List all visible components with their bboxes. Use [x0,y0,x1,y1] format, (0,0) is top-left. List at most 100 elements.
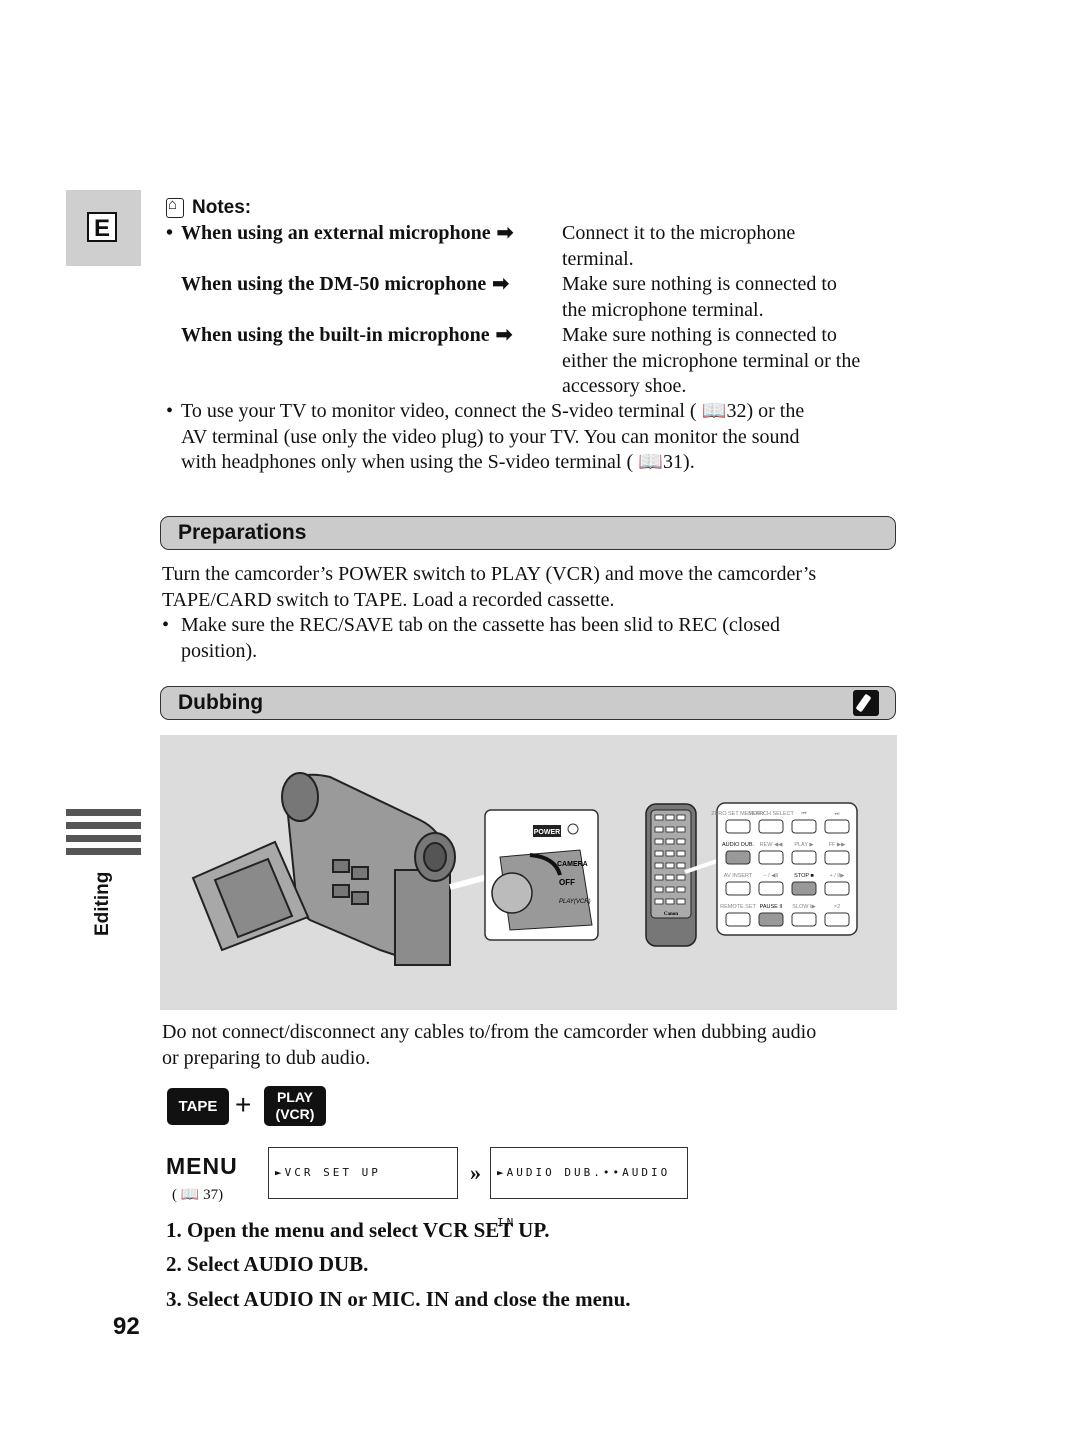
step-item: 3. Select AUDIO IN or MIC. IN and close … [166,1287,631,1311]
play-vcr-line2: (VCR) [275,1106,315,1122]
note-row: When using the DM-50 microphone ➡ Make su… [166,272,902,323]
remote-button [725,881,751,896]
menu-label: MENU [166,1153,238,1179]
switch-camera: CAMERA [557,861,588,868]
remote-button [791,850,817,865]
note-action-line: terminal. [562,247,634,270]
note-action-line: either the microphone terminal or the [562,349,861,372]
tv-note-line: with headphones only when using the S-vi… [181,451,695,473]
tape-mode-badge: TAPE [167,1088,229,1125]
remote-brand: Canon [664,912,678,917]
preparations-bullet-line: Make sure the REC/SAVE tab on the casset… [181,614,780,636]
side-index-bar [66,848,141,855]
note-action-line: Make sure nothing is connected to [562,273,837,295]
notes-heading: Notes: [166,196,252,219]
remote-button-label: + / II▶ [829,873,845,879]
note-action-line: the microphone terminal. [562,298,764,321]
note-action-line: Connect it to the microphone [562,222,796,244]
remote-button-label: – / ◀II [764,873,779,879]
section-title: Preparations [178,521,307,544]
remote-button [791,881,817,896]
double-chevron-right-icon: » [470,1160,481,1185]
side-index-label: Editing [92,871,113,936]
remote-button-label: SLOW I▶ [792,904,816,910]
remote-control-icon [853,690,879,716]
remote-control-illustration: Canon ZERO SET MEMORYSEARCH SELECT ⏮ ⏭AUDI… [645,802,858,947]
step-item: 1. Open the menu and select VCR SET UP. [166,1218,550,1242]
dubbing-warning: Do not connect/disconnect any cables to/… [162,1020,902,1071]
arrow-right-icon: ➡ [492,273,509,295]
memo-icon [166,196,184,218]
remote-button [725,819,751,834]
arrow-right-icon: ➡ [496,222,514,244]
remote-button [824,850,850,865]
note-condition: When using the DM-50 microphone [181,273,487,295]
remote-button-label: PAUSE II [760,904,783,910]
step-item: 2. Select AUDIO DUB. [166,1252,369,1276]
dubbing-illustration: POWER CAMERA OFF PLAY(VCR) Canon ZERO SE… [160,735,897,1010]
preparations-bullet-line: position). [181,639,258,662]
menu-screen-audio-dub: ►AUDIO DUB.••AUDIO IN [490,1147,688,1229]
note-row: When using the built-in microphone ➡ Make… [166,323,902,400]
tv-note-line: To use your TV to monitor video, connect… [181,400,805,422]
remote-button-label: AV INSERT [724,873,753,879]
switch-play-vcr: PLAY(VCR) [559,899,591,905]
camcorder-and-remote-illustration: POWER CAMERA OFF PLAY(VCR) Canon ZERO SE… [191,772,858,966]
note-action-line: accessory shoe. [562,375,687,397]
remote-button [824,819,850,834]
remote-button [758,850,784,865]
menu-screen-vcr-setup: ►VCR SET UP [268,1147,458,1199]
camcorder-illustration [191,772,456,966]
preparations-line: TAPE/CARD switch to TAPE. Load a recorde… [162,588,615,611]
plus-sign: + [235,1089,252,1120]
bullet: • [162,614,170,636]
section-title: Dubbing [178,691,264,714]
remote-button [758,912,784,927]
note-condition: When using an external microphone [181,222,491,244]
power-label: POWER [534,829,560,836]
bullet: • [166,222,174,244]
remote-button-label: SEARCH SELECT [748,811,794,817]
remote-button [791,912,817,927]
power-switch-inset: POWER CAMERA OFF PLAY(VCR) [484,809,599,941]
remote-button [725,850,751,865]
dubbing-header: Dubbing [160,686,896,720]
remote-button-label: PLAY ▶ [794,842,814,848]
remote-button [725,912,751,927]
bullet: • [166,400,174,422]
remote-button [758,819,784,834]
note-action-line: Make sure nothing is connected to [562,324,837,346]
notes-title: Notes: [192,197,252,218]
note-condition: When using the built-in microphone [181,324,490,346]
side-index-bar [66,835,141,842]
remote-button-label: AUDIO DUB. [722,842,755,848]
preparations-header: Preparations [160,516,896,550]
side-index-bar [66,809,141,816]
remote-button [791,819,817,834]
warning-line: Do not connect/disconnect any cables to/… [162,1021,817,1043]
page-number: 92 [113,1313,140,1340]
warning-line: or preparing to dub audio. [162,1046,371,1069]
remote-button-label: REMOTE SET [720,904,756,910]
remote-button [758,881,784,896]
remote-button-label: ×2 [834,904,840,910]
note-row: • When using an external microphone ➡ Conn… [166,221,902,272]
switch-off: OFF [559,878,575,887]
remote-button-label: STOP ■ [794,873,814,879]
menu-page-ref: ( 📖 37) [172,1187,224,1203]
remote-button [824,881,850,896]
arrow-right-icon: ➡ [495,324,513,346]
preparations-line: Turn the camcorder’s POWER switch to PLA… [162,563,817,585]
remote-button [824,912,850,927]
play-vcr-mode-badge: PLAY (VCR) [264,1086,326,1126]
remote-button-label: ⏭ [835,811,840,817]
remote-button-label: REW ◀◀ [760,842,784,848]
language-tab-letter: E [87,212,117,242]
play-vcr-line1: PLAY [276,1089,314,1105]
remote-button-label: FF ▶▶ [829,842,846,848]
tv-note-line: AV terminal (use only the video plug) to… [181,425,800,448]
side-index-bar [66,822,141,829]
preparations-text: Turn the camcorder’s POWER switch to PLA… [162,562,902,664]
tv-note: • To use your TV to monitor video, conne… [166,399,906,476]
remote-button-label: ⏮ [802,811,807,817]
